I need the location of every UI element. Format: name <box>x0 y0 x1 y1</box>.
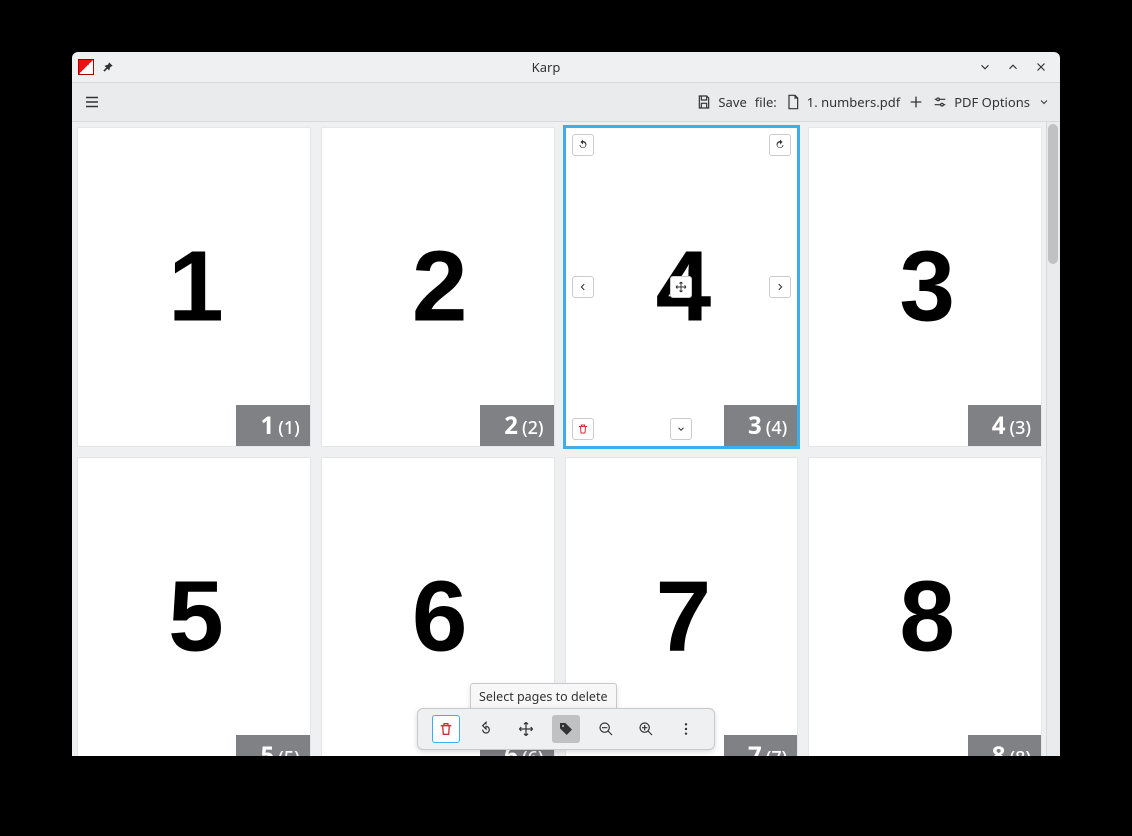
page-thumbnail[interactable]: 1 1 (1) <box>77 127 311 447</box>
page-thumbnail[interactable]: 5 5 (5) <box>77 457 311 756</box>
zoom-out-button[interactable] <box>592 715 620 743</box>
app-window: Karp Save file: 1. numbers.pdf <box>72 52 1060 756</box>
page-content: 6 <box>412 560 464 675</box>
maximize-button[interactable] <box>1004 58 1022 76</box>
rotate-mode-button[interactable] <box>472 715 500 743</box>
menu-button[interactable] <box>80 90 104 114</box>
chevron-down-icon <box>1036 94 1052 110</box>
save-icon <box>696 94 712 110</box>
sliders-icon <box>932 94 948 110</box>
toolbar-right: Save file: 1. numbers.pdf PDF Options <box>696 93 1052 111</box>
minimize-button[interactable] <box>976 58 994 76</box>
close-button[interactable] <box>1032 58 1050 76</box>
move-left-handle[interactable] <box>572 276 594 298</box>
more-button[interactable] <box>672 715 700 743</box>
floating-toolbar <box>417 708 715 750</box>
app-icon <box>78 59 94 75</box>
page-thumbnail[interactable]: 2 2 (2) <box>321 127 555 447</box>
delete-mode-button[interactable] <box>432 715 460 743</box>
page-badge: 7 (7) <box>724 735 797 756</box>
titlebar-left <box>78 59 116 75</box>
titlebar: Karp <box>72 52 1060 82</box>
add-button[interactable] <box>908 94 924 110</box>
page-badge: 2 (2) <box>480 405 553 446</box>
tag-mode-button[interactable] <box>552 715 580 743</box>
page-content: 3 <box>899 230 951 345</box>
page-content: 7 <box>656 560 708 675</box>
toolbar: Save file: 1. numbers.pdf PDF Options <box>72 82 1060 122</box>
pdf-options-button[interactable]: PDF Options <box>932 93 1052 111</box>
page-thumbnail[interactable]: 3 4 (3) <box>808 127 1042 447</box>
rotate-right-handle[interactable] <box>769 134 791 156</box>
zoom-in-button[interactable] <box>632 715 660 743</box>
file-label: file: <box>755 93 777 111</box>
page-content: 1 <box>168 230 220 345</box>
window-title: Karp <box>116 58 976 76</box>
page-badge: 3 (4) <box>724 405 797 446</box>
page-thumbnail-selected[interactable]: 4 3 (4) <box>565 127 799 447</box>
move-right-handle[interactable] <box>769 276 791 298</box>
expand-handle[interactable] <box>670 418 692 440</box>
move-handle[interactable] <box>670 276 692 298</box>
save-label: Save <box>718 93 746 111</box>
delete-handle[interactable] <box>572 418 594 440</box>
page-badge: 1 (1) <box>236 405 309 446</box>
scrollbar[interactable] <box>1046 122 1060 756</box>
plus-icon <box>908 94 924 110</box>
save-button[interactable]: Save <box>696 93 746 111</box>
rotate-left-handle[interactable] <box>572 134 594 156</box>
page-grid: 1 1 (1) 2 2 (2) 4 3 (4) <box>77 127 1042 756</box>
page-content: 8 <box>899 560 951 675</box>
page-thumbnail[interactable]: 8 8 (8) <box>808 457 1042 756</box>
page-badge: 4 (3) <box>968 405 1041 446</box>
content-area: 1 1 (1) 2 2 (2) 4 3 (4) <box>72 122 1060 756</box>
move-mode-button[interactable] <box>512 715 540 743</box>
scrollbar-thumb[interactable] <box>1048 124 1058 264</box>
page-content: 2 <box>412 230 464 345</box>
pdf-options-label: PDF Options <box>954 93 1030 111</box>
page-badge: 8 (8) <box>968 735 1041 756</box>
pin-icon[interactable] <box>100 59 116 75</box>
filename: 1. numbers.pdf <box>807 93 900 111</box>
file-dropdown[interactable]: 1. numbers.pdf <box>785 93 900 111</box>
page-badge: 5 (5) <box>236 735 309 756</box>
page-content: 5 <box>168 560 220 675</box>
tooltip: Select pages to delete <box>470 683 617 710</box>
window-controls <box>976 58 1054 76</box>
document-icon <box>785 94 801 110</box>
